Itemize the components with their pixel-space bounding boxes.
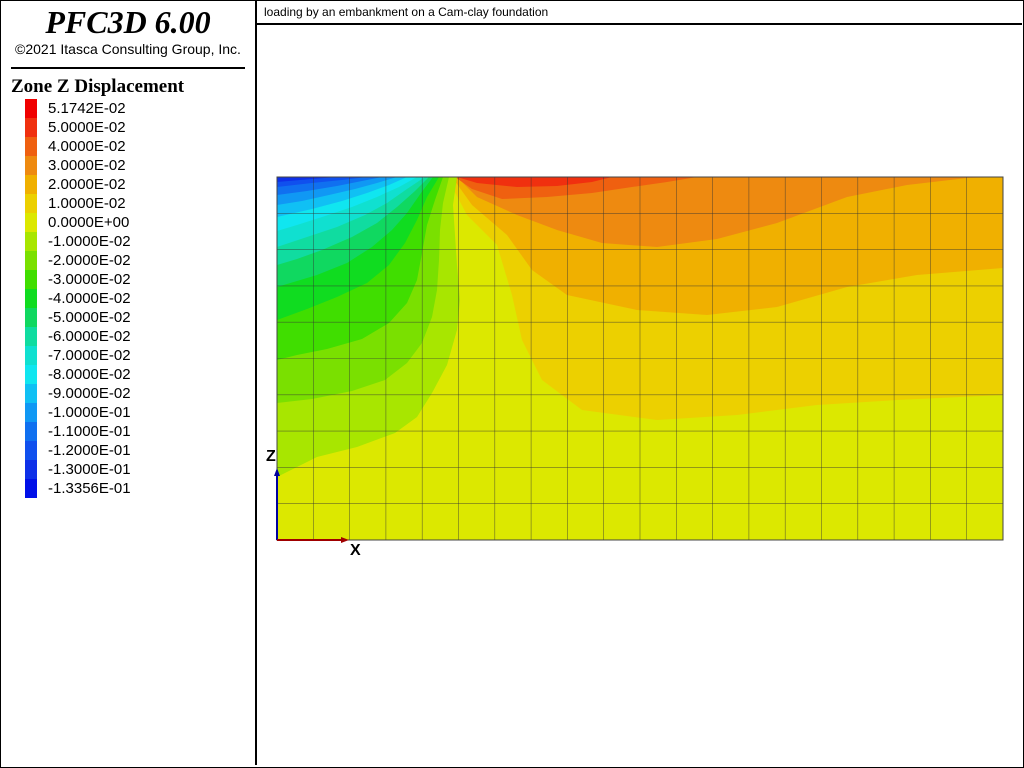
legend-swatch [25,308,37,327]
legend-swatch [25,99,37,118]
legend-swatch [25,194,37,213]
legend-swatch [25,175,37,194]
legend-label: -4.0000E-02 [48,290,131,307]
legend-label: -9.0000E-02 [48,385,131,402]
divider [11,67,245,69]
legend-label: -3.0000E-02 [48,271,131,288]
legend-swatch [25,460,37,479]
legend-label: 2.0000E-02 [48,176,126,193]
legend-swatch [25,384,37,403]
legend-label: -1.3356E-01 [48,480,131,497]
legend-label: -5.0000E-02 [48,309,131,326]
legend-label: -1.0000E-01 [48,404,131,421]
legend-label: 4.0000E-02 [48,138,126,155]
legend-swatch [25,327,37,346]
plot-title: loading by an embankment on a Cam-clay f… [264,5,549,19]
legend-swatch [25,232,37,251]
legend-swatch [25,346,37,365]
legend-swatch [25,289,37,308]
legend-swatch [25,156,37,175]
legend-swatch [25,422,37,441]
legend-label: 5.1742E-02 [48,100,126,117]
legend-label: -6.0000E-02 [48,328,131,345]
legend-label: -1.3000E-01 [48,461,131,478]
legend-swatch [25,137,37,156]
legend-label: 1.0000E-02 [48,195,126,212]
zone-grid [277,177,1003,540]
legend-swatch [25,479,37,498]
legend-title: Zone Z Displacement [11,76,185,97]
legend-label: -8.0000E-02 [48,366,131,383]
legend-label: -7.0000E-02 [48,347,131,364]
legend-swatch [25,213,37,232]
legend-swatch [25,441,37,460]
contour-plot[interactable] [257,25,1022,765]
plot-viewport[interactable]: Z X [257,25,1022,765]
legend-label: -1.0000E-02 [48,233,131,250]
legend-swatch [25,403,37,422]
legend-panel: PFC3D 6.00 ©2021 Itasca Consulting Group… [1,1,257,765]
legend-swatch [25,251,37,270]
legend-label: -2.0000E-02 [48,252,131,269]
legend-swatch [25,270,37,289]
copyright-text: ©2021 Itasca Consulting Group, Inc. [15,41,241,57]
z-axis-label: Z [266,448,276,465]
legend-swatch [25,365,37,384]
app-title: PFC3D 6.00 [45,4,211,40]
legend-swatch [25,118,37,137]
x-axis-label: X [350,542,361,559]
legend-label: 0.0000E+00 [48,214,130,231]
legend-label: 5.0000E-02 [48,119,126,136]
plot-title-bar: loading by an embankment on a Cam-clay f… [257,1,1022,25]
legend-label: -1.2000E-01 [48,442,131,459]
legend-label: 3.0000E-02 [48,157,126,174]
legend-label: -1.1000E-01 [48,423,131,440]
